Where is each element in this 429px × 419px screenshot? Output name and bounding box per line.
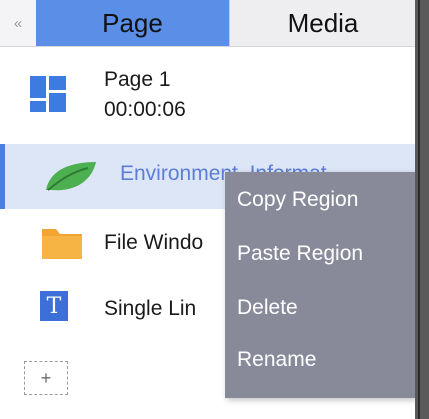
collapse-panel-button[interactable]: « bbox=[0, 0, 36, 46]
single-line-label: Single Lin bbox=[104, 297, 197, 320]
tab-media[interactable]: Media bbox=[229, 0, 416, 46]
selection-indicator bbox=[0, 144, 5, 209]
app-window: « Page Media Page 1 00:00:06 Environment… bbox=[0, 0, 429, 419]
menu-item-delete[interactable]: Delete bbox=[237, 296, 298, 320]
text-icon: T bbox=[40, 291, 68, 321]
page-1-duration: 00:00:06 bbox=[104, 98, 186, 121]
menu-item-copy-region[interactable]: Copy Region bbox=[237, 188, 358, 212]
file-window-label: File Windo bbox=[104, 231, 204, 254]
list-item-page-1[interactable]: Page 1 00:00:06 bbox=[0, 46, 415, 142]
plus-icon: + bbox=[40, 367, 52, 388]
tab-media-label: Media bbox=[287, 7, 359, 38]
tab-page[interactable]: Page bbox=[36, 0, 229, 46]
menu-item-rename[interactable]: Rename bbox=[237, 348, 316, 372]
page-1-label: Page 1 bbox=[104, 68, 171, 91]
menu-item-paste-region[interactable]: Paste Region bbox=[237, 242, 363, 266]
add-region-button[interactable]: + bbox=[24, 361, 68, 395]
panel-header: « Page Media bbox=[0, 0, 416, 47]
tab-page-label: Page bbox=[102, 7, 163, 38]
page-layout-icon bbox=[30, 76, 66, 112]
folder-icon bbox=[42, 225, 82, 261]
window-edge-line bbox=[418, 0, 420, 419]
leaf-icon bbox=[42, 158, 98, 194]
context-menu: Copy Region Paste Region Delete Rename bbox=[225, 172, 415, 398]
double-chevron-left-icon: « bbox=[13, 14, 23, 32]
